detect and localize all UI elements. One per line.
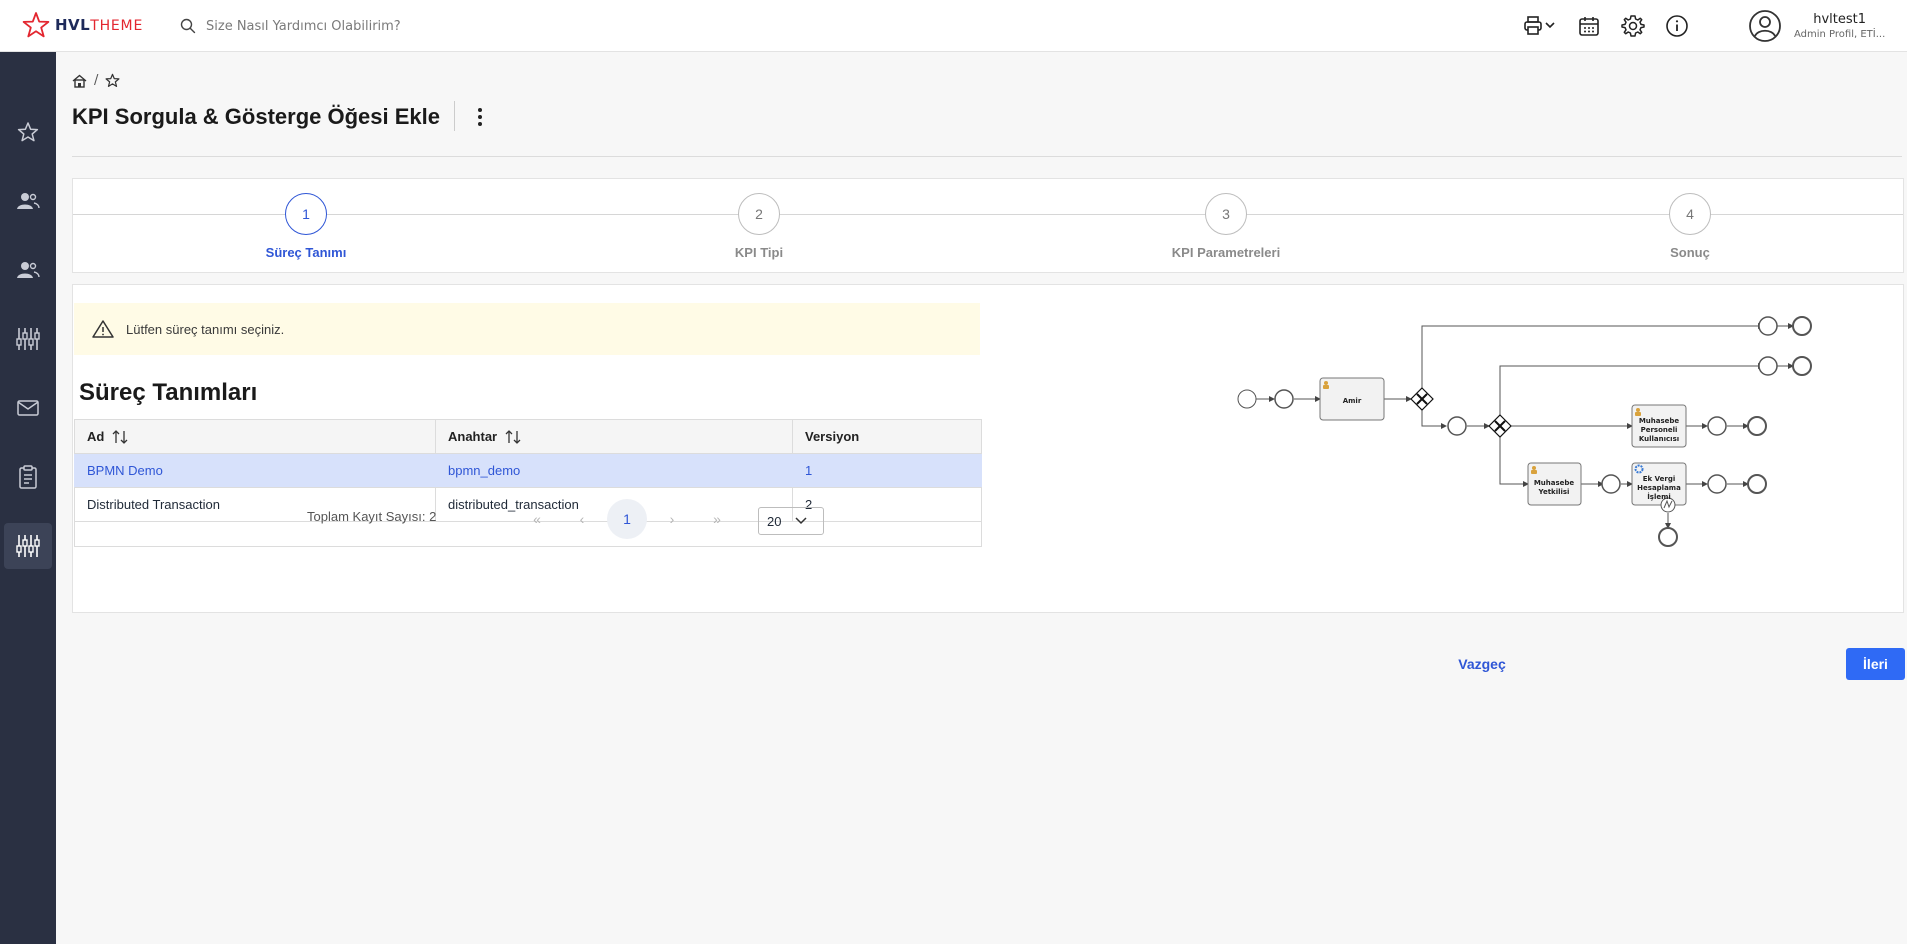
step-1-number: 1 xyxy=(285,193,327,235)
sidebar-item-tasks[interactable] xyxy=(4,454,52,500)
mail-icon xyxy=(17,400,39,416)
sidebar-item-favorites[interactable] xyxy=(4,109,52,155)
star-icon xyxy=(17,122,39,142)
process-panel: Lütfen süreç tanımı seçiniz. Süreç Tanım… xyxy=(72,284,1904,613)
step-3[interactable]: 3 KPI Parametreleri xyxy=(1146,193,1306,260)
sort-icon[interactable] xyxy=(505,429,521,444)
warning-icon xyxy=(92,320,114,338)
wizard-stepper: 1 Süreç Tanımı 2 KPI Tipi 3 KPI Parametr… xyxy=(72,178,1904,273)
sidebar-item-kpi[interactable] xyxy=(4,316,52,362)
search-input[interactable] xyxy=(206,18,686,34)
first-page-button[interactable]: « xyxy=(517,499,557,539)
gear-icon xyxy=(1621,15,1645,37)
user-group-icon xyxy=(17,262,40,278)
cell-ad: BPMN Demo xyxy=(74,454,436,487)
chevron-down-icon xyxy=(795,517,807,525)
task-vergi-line1: Ek Vergi xyxy=(1643,475,1676,483)
page-size-value: 20 xyxy=(767,513,782,529)
prev-page-button[interactable]: ‹ xyxy=(562,499,602,539)
sidebar xyxy=(0,52,56,944)
page-1-button[interactable]: 1 xyxy=(607,499,647,539)
task-vergi-line3: İşlemi xyxy=(1647,492,1671,501)
main-content: / KPI Sorgula & Gösterge Öğesi Ekle 1 Sü… xyxy=(56,52,1907,944)
divider xyxy=(72,156,1902,157)
sliders-active-icon xyxy=(16,535,40,557)
sidebar-item-groups[interactable] xyxy=(4,247,52,293)
step-3-label: KPI Parametreleri xyxy=(1171,245,1281,260)
step-3-number: 3 xyxy=(1205,193,1247,235)
page-title: KPI Sorgula & Gösterge Öğesi Ekle xyxy=(72,104,440,129)
pagination: Toplam Kayıt Sayısı: 2 « ‹ 1 › » 20 xyxy=(74,487,982,547)
printer-button[interactable] xyxy=(1520,11,1560,41)
bpmn-diagram: Amir Muhasebe Personeli Kullanıcısı Muha… xyxy=(1237,316,1812,547)
sidebar-item-users[interactable] xyxy=(4,178,52,224)
cell-versiyon: 1 xyxy=(793,454,982,487)
page-size-select[interactable]: 20 xyxy=(758,507,824,535)
clipboard-icon xyxy=(19,465,37,489)
star-logo-icon xyxy=(22,12,50,38)
column-header-anahtar[interactable]: Anahtar xyxy=(436,420,793,453)
total-records: Toplam Kayıt Sayısı: 2 xyxy=(307,509,437,524)
task-vergi-line2: Hesaplama xyxy=(1637,484,1681,492)
breadcrumb-separator: / xyxy=(94,73,99,88)
task-personel-line2: Personeli xyxy=(1641,426,1678,434)
task-personel-line3: Kullanıcısı xyxy=(1639,435,1679,443)
cell-anahtar: bpmn_demo xyxy=(436,454,793,487)
calendar-icon xyxy=(1579,17,1599,36)
top-bar: HVLTHEME Size Nasıl Yardımcı Olabilirim?… xyxy=(0,0,1907,52)
step-2-label: KPI Tipi xyxy=(734,245,784,260)
task-amir: Amir xyxy=(1343,397,1362,405)
warning-alert: Lütfen süreç tanımı seçiniz. xyxy=(74,303,980,355)
step-4-number: 4 xyxy=(1669,193,1711,235)
table-header: Ad Anahtar Versiyon xyxy=(74,420,982,454)
column-header-ad[interactable]: Ad xyxy=(74,420,436,453)
cancel-button[interactable]: Vazgeç xyxy=(1442,648,1522,680)
header-actions xyxy=(1520,11,1706,41)
app-logo[interactable]: HVLTHEME xyxy=(22,10,143,40)
settings-button[interactable] xyxy=(1618,11,1648,41)
calendar-button[interactable] xyxy=(1574,11,1604,41)
user-avatar-icon xyxy=(1749,10,1781,42)
step-2[interactable]: 2 KPI Tipi xyxy=(679,193,839,260)
step-4[interactable]: 4 Sonuç xyxy=(1610,193,1770,260)
column-header-anahtar-label: Anahtar xyxy=(448,429,498,444)
step-2-number: 2 xyxy=(738,193,780,235)
users-icon xyxy=(17,193,40,209)
home-icon[interactable] xyxy=(72,74,87,88)
section-title: Süreç Tanımları xyxy=(79,379,258,406)
next-page-button[interactable]: › xyxy=(652,499,692,539)
sidebar-item-kpi-dashboard[interactable] xyxy=(4,523,52,569)
user-name: hvltest1 xyxy=(1813,12,1867,27)
search-box[interactable] xyxy=(180,14,700,38)
breadcrumb: / xyxy=(72,73,120,88)
task-yetkili-line1: Muhasebe xyxy=(1534,479,1575,487)
user-menu[interactable]: hvltest1 Admin Profil, ETİ... xyxy=(1748,8,1885,44)
next-button[interactable]: İleri xyxy=(1846,648,1905,680)
sidebar-item-mail[interactable] xyxy=(4,385,52,431)
table-row[interactable]: BPMN Demo bpmn_demo 1 xyxy=(74,454,982,488)
more-options-button[interactable] xyxy=(468,104,492,130)
search-icon xyxy=(180,18,196,34)
logo-text: HVLTHEME xyxy=(55,16,144,34)
sort-icon[interactable] xyxy=(112,429,128,444)
info-icon xyxy=(1666,15,1688,37)
sliders-icon xyxy=(16,328,40,350)
step-4-label: Sonuç xyxy=(1670,245,1710,260)
task-yetkili-line2: Yetkilisi xyxy=(1538,488,1570,496)
kebab-menu-icon xyxy=(478,108,482,126)
info-button[interactable] xyxy=(1662,11,1692,41)
printer-icon xyxy=(1524,16,1555,35)
column-header-ad-label: Ad xyxy=(87,429,105,444)
column-header-versiyon: Versiyon xyxy=(793,420,982,453)
step-1[interactable]: 1 Süreç Tanımı xyxy=(226,193,386,260)
step-1-label: Süreç Tanımı xyxy=(265,245,347,260)
title-divider xyxy=(454,101,455,131)
last-page-button[interactable]: » xyxy=(697,499,737,539)
favorite-star-icon[interactable] xyxy=(105,73,120,88)
user-role: Admin Profil, ETİ... xyxy=(1794,29,1886,40)
alert-text: Lütfen süreç tanımı seçiniz. xyxy=(126,321,285,337)
task-personel-line1: Muhasebe xyxy=(1639,417,1680,425)
